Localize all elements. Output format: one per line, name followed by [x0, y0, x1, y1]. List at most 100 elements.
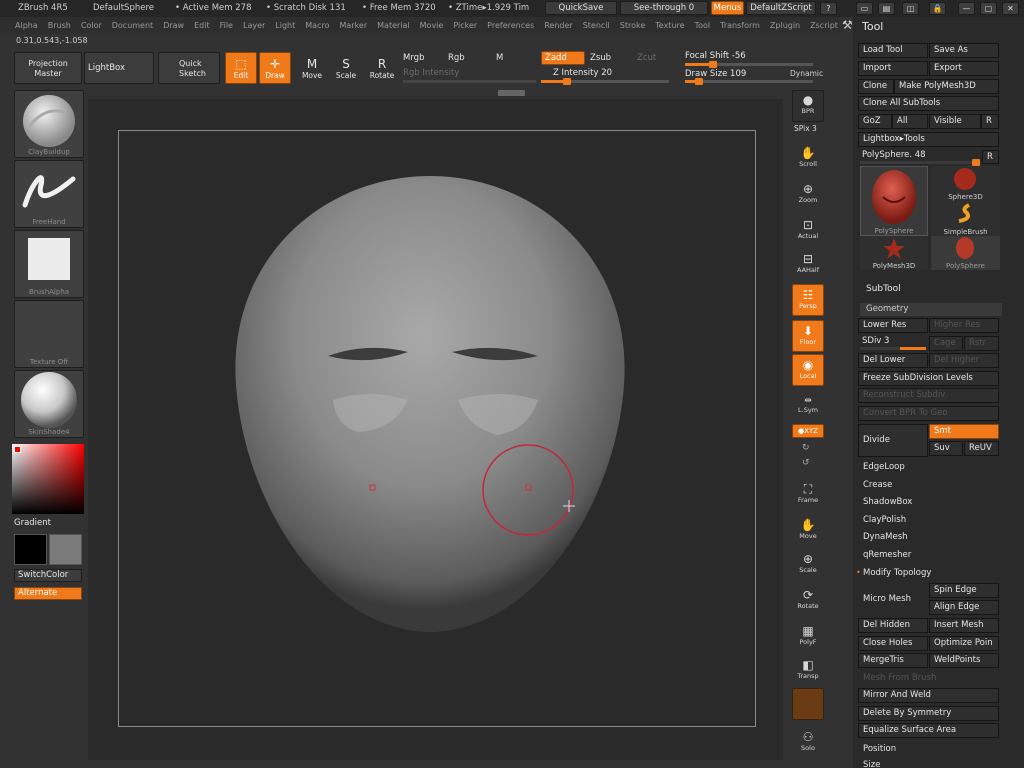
- menu-zscript[interactable]: Zscript: [810, 21, 838, 30]
- clone-button[interactable]: Clone: [858, 79, 894, 94]
- micro-mesh-button[interactable]: Micro Mesh: [863, 594, 911, 604]
- transp-button[interactable]: ◧ Transp: [792, 654, 824, 686]
- persp-button[interactable]: ☷ Persp: [792, 284, 824, 316]
- goz-button[interactable]: GoZ: [858, 114, 892, 129]
- rotate-button[interactable]: R Rotate: [366, 52, 398, 84]
- menu-marker[interactable]: Marker: [339, 21, 367, 30]
- sphere3d-tile[interactable]: Sphere3D: [931, 166, 1000, 201]
- color-marker[interactable]: [14, 446, 21, 453]
- align-edge-button[interactable]: Align Edge: [929, 600, 999, 615]
- mirror-and-weld-button[interactable]: Mirror And Weld: [858, 688, 999, 703]
- rgb-intensity-slider[interactable]: Rgb Intensity: [403, 68, 459, 78]
- solo-button[interactable]: ⚇ Solo: [792, 726, 824, 758]
- menu-texture[interactable]: Texture: [655, 21, 684, 30]
- default-zscript-button[interactable]: DefaultZScript: [746, 1, 816, 15]
- import-button[interactable]: Import: [858, 61, 928, 76]
- sdiv-slider[interactable]: SDiv 3: [862, 336, 889, 346]
- equalize-surface-area-button[interactable]: Equalize Surface Area: [858, 723, 999, 738]
- spix-label[interactable]: SPix 3: [794, 124, 817, 133]
- rgb-button[interactable]: Rgb: [448, 53, 465, 63]
- maximize-icon[interactable]: ▢: [980, 2, 997, 15]
- menu-brush[interactable]: Brush: [48, 21, 71, 30]
- alpha-thumbnail[interactable]: BrushAlpha: [14, 230, 84, 298]
- menu-material[interactable]: Material: [377, 21, 410, 30]
- bpr-button[interactable]: ● BPR: [792, 90, 824, 122]
- divide-button[interactable]: Divide: [858, 424, 928, 457]
- menu-layout-icon[interactable]: ▤: [878, 2, 895, 15]
- goz-visible-button[interactable]: Visible: [929, 114, 981, 129]
- polysphere-slider[interactable]: PolySphere. 48: [862, 150, 926, 160]
- dynamesh-menu[interactable]: DynaMesh: [863, 532, 908, 542]
- del-lower-button[interactable]: Del Lower: [858, 353, 928, 368]
- polymesh3d-tile[interactable]: PolyMesh3D: [860, 236, 928, 270]
- menu-transform[interactable]: Transform: [720, 21, 760, 30]
- crease-menu[interactable]: Crease: [863, 480, 892, 490]
- shelf-move-button[interactable]: ✋ Move: [792, 514, 824, 546]
- texture-thumbnail[interactable]: Texture Off: [14, 300, 84, 368]
- quick-sketch-button[interactable]: Quick Sketch: [158, 52, 220, 84]
- top-shelf-handle[interactable]: [498, 90, 525, 96]
- delete-by-symmetry-button[interactable]: Delete By Symmetry: [858, 706, 999, 721]
- projection-master-button[interactable]: Projection Master: [14, 52, 82, 84]
- dynamic-toggle[interactable]: Dynamic: [790, 69, 823, 78]
- menu-edit[interactable]: Edit: [194, 21, 210, 30]
- rotate-y-icon[interactable]: ↻: [802, 443, 810, 453]
- brush-thumbnail[interactable]: ClayBuildup: [14, 90, 84, 158]
- rotate-z-icon[interactable]: ↺: [802, 458, 810, 468]
- menu-preferences[interactable]: Preferences: [487, 21, 534, 30]
- quicksave-button[interactable]: QuickSave: [545, 1, 617, 15]
- smt-toggle[interactable]: Smt: [929, 424, 999, 439]
- lock-icon[interactable]: 🔒: [929, 2, 946, 15]
- lsym-button[interactable]: ⇹ L.Sym: [792, 394, 824, 416]
- scale-button[interactable]: S Scale: [331, 52, 361, 84]
- geometry-header[interactable]: Geometry: [860, 303, 1002, 316]
- polyf-button[interactable]: ▦ PolyF: [792, 620, 824, 652]
- subtool-header[interactable]: SubTool: [866, 284, 901, 294]
- polysphere-r-button[interactable]: R: [982, 150, 999, 164]
- size-menu[interactable]: Size: [863, 760, 880, 768]
- mergetris-button[interactable]: MergeTris: [858, 653, 928, 668]
- qremesher-menu[interactable]: qRemesher: [863, 550, 911, 560]
- mesh-from-brush-button[interactable]: Mesh From Brush: [863, 673, 936, 683]
- menu-document[interactable]: Document: [112, 21, 153, 30]
- spin-edge-button[interactable]: Spin Edge: [929, 583, 999, 598]
- material-thumbnail[interactable]: SkinShade4: [14, 370, 84, 438]
- lightbox-button[interactable]: LightBox: [84, 52, 154, 84]
- mrgb-button[interactable]: Mrgb: [403, 53, 424, 63]
- export-button[interactable]: Export: [929, 61, 999, 76]
- menu-layer[interactable]: Layer: [243, 21, 265, 30]
- move-button[interactable]: M Move: [297, 52, 327, 84]
- edgeloop-menu[interactable]: EdgeLoop: [863, 462, 905, 472]
- help-icon[interactable]: ?: [820, 2, 837, 15]
- polysphere-small-tile[interactable]: PolySphere: [931, 236, 1000, 270]
- draw-size-track[interactable]: [685, 78, 813, 85]
- clone-all-subtools-button[interactable]: Clone All SubTools: [858, 96, 999, 111]
- floor-button[interactable]: ⬇ Floor: [792, 320, 824, 352]
- del-hidden-button[interactable]: Del Hidden: [858, 618, 928, 633]
- polysphere-knob[interactable]: [972, 159, 980, 166]
- draw-button[interactable]: ✛ Draw: [259, 52, 291, 84]
- polysphere-main-tile[interactable]: PolySphere: [860, 166, 928, 236]
- cage-button[interactable]: Cage: [929, 336, 963, 351]
- z-intensity-track[interactable]: [541, 78, 669, 85]
- make-polymesh-button[interactable]: Make PolyMesh3D: [894, 79, 999, 94]
- focal-shift-knob[interactable]: [709, 61, 718, 68]
- close-holes-button[interactable]: Close Holes: [858, 636, 928, 651]
- save-as-button[interactable]: Save As: [929, 43, 999, 58]
- focal-shift-slider[interactable]: Focal Shift -56: [685, 51, 746, 61]
- menu-movie[interactable]: Movie: [420, 21, 444, 30]
- menu-zplugin[interactable]: Zplugin: [770, 21, 800, 30]
- menu-tool[interactable]: Tool: [695, 21, 711, 30]
- modify-topology-menu[interactable]: Modify Topology: [863, 568, 931, 578]
- m-button[interactable]: M: [496, 53, 503, 63]
- local-button[interactable]: ◉ Local: [792, 354, 824, 386]
- polysphere-track[interactable]: [860, 159, 980, 166]
- ghost-button[interactable]: [792, 688, 824, 720]
- layout-icon[interactable]: ▭: [856, 2, 873, 15]
- stroke-thumbnail[interactable]: FreeHand: [14, 160, 84, 228]
- z-intensity-slider[interactable]: Z Intensity 20: [553, 68, 612, 78]
- sculpt-viewport[interactable]: [118, 130, 756, 727]
- z-intensity-knob[interactable]: [562, 78, 571, 85]
- higher-res-button[interactable]: Higher Res: [929, 318, 999, 333]
- reconstruct-subdiv-button[interactable]: Reconstruct Subdiv: [858, 388, 999, 403]
